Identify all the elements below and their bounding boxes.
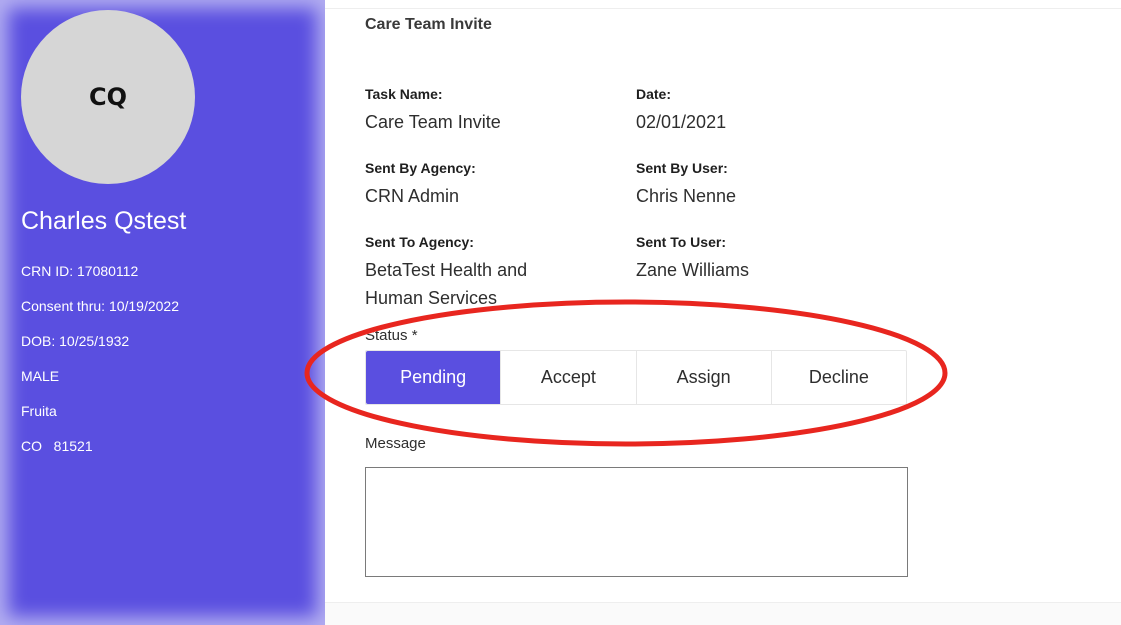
status-option-accept[interactable]: Accept	[501, 351, 637, 404]
message-label: Message	[365, 435, 426, 452]
status-segmented-control: Pending Accept Assign Decline	[365, 350, 907, 405]
message-textarea[interactable]	[365, 467, 908, 577]
sent-by-agency-label: Sent By Agency:	[365, 160, 476, 176]
task-name-label: Task Name:	[365, 86, 443, 102]
status-option-pending[interactable]: Pending	[366, 351, 502, 404]
patient-city: Fruita	[21, 403, 57, 419]
sent-to-agency-label: Sent To Agency:	[365, 234, 474, 250]
sent-to-agency-value-line2: Human Services	[365, 288, 498, 308]
sent-to-agency-value-line1: BetaTest Health and	[365, 260, 528, 280]
avatar: CQ	[21, 10, 195, 184]
status-option-assign[interactable]: Assign	[637, 351, 772, 404]
task-name-value: Care Team Invite	[365, 112, 501, 132]
sent-by-agency-value: CRN Admin	[365, 186, 460, 206]
sent-by-user-label: Sent By User:	[636, 160, 728, 176]
patient-sex: MALE	[21, 368, 60, 384]
patient-state-zip: CO 81521	[21, 438, 93, 454]
avatar-initials: CQ	[88, 83, 127, 111]
patient-name: Charles Qstest	[21, 207, 187, 235]
care-team-invite-page: CQ Charles Qstest CRN ID: 17080112 Conse…	[0, 0, 1121, 625]
page-title: Care Team Invite	[365, 16, 492, 33]
sent-to-user-value: Zane Williams	[636, 260, 750, 280]
patient-consent: Consent thru: 10/19/2022	[21, 298, 180, 314]
date-label: Date:	[636, 86, 672, 102]
task-detail-panel: Care Team Invite Task Name: Care Team In…	[304, 0, 1121, 625]
date-value: 02/01/2021	[636, 112, 727, 132]
sent-to-user-label: Sent To User:	[636, 234, 726, 250]
status-option-decline[interactable]: Decline	[772, 351, 906, 404]
patient-crn-id: CRN ID: 17080112	[21, 263, 139, 279]
patient-dob: DOB: 10/25/1932	[21, 333, 130, 349]
patient-sidebar: CQ Charles Qstest CRN ID: 17080112 Conse…	[0, 0, 325, 625]
sent-by-user-value: Chris Nenne	[636, 186, 737, 206]
status-label: Status *	[365, 327, 418, 344]
